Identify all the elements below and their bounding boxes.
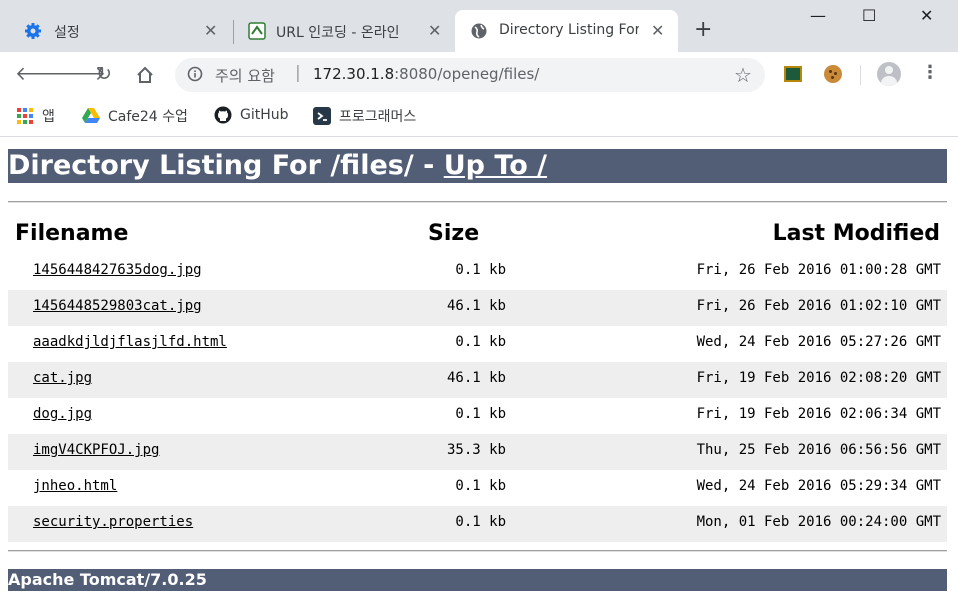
file-modified: Fri, 26 Feb 2016 01:02:10 GMT: [696, 298, 941, 314]
file-modified: Wed, 24 Feb 2016 05:29:34 GMT: [696, 478, 941, 494]
tab-bar: 설정 ✕ URL 인코딩 - 온라인 ✕ Directory Listing F…: [0, 0, 958, 52]
table-row: 1456448529803cat.jpg 46.1 kb Fri, 26 Feb…: [8, 290, 947, 326]
bookmark-star-icon[interactable]: ☆: [734, 63, 752, 87]
file-size: 0.1 kb: [455, 262, 506, 278]
file-link[interactable]: jnheo.html: [33, 478, 117, 494]
file-link[interactable]: cat.jpg: [33, 370, 92, 386]
toolbar-divider: [860, 65, 861, 85]
file-size: 0.1 kb: [455, 478, 506, 494]
file-size: 35.3 kb: [446, 442, 506, 458]
file-size: 46.1 kb: [446, 298, 506, 314]
apps-grid-icon: [17, 108, 33, 124]
tab-label: URL 인코딩 - 온라인: [276, 25, 400, 41]
bookmark-apps[interactable]: 앱: [16, 106, 55, 126]
minimize-button[interactable]: —: [810, 6, 826, 25]
column-header-filename: Filename: [15, 221, 129, 246]
tab-label: 설정: [54, 25, 80, 41]
file-link[interactable]: security.properties: [33, 514, 193, 530]
bookmark-github[interactable]: GitHub: [214, 106, 289, 124]
page-content: Directory Listing For /files/ - Up To / …: [0, 137, 958, 604]
table-row: aaadkdjldjflasjlfd.html 0.1 kb Wed, 24 F…: [8, 326, 947, 362]
omnibox-divider: |: [295, 63, 301, 83]
bookmark-label: 프로그래머스: [339, 109, 417, 125]
new-tab-button[interactable]: +: [694, 19, 712, 41]
gear-icon: [25, 23, 41, 39]
reload-button[interactable]: ↻: [96, 64, 112, 84]
programmers-icon: [313, 107, 331, 125]
table-row: jnheo.html 0.1 kb Wed, 24 Feb 2016 05:29…: [8, 470, 947, 506]
file-modified: Mon, 01 Feb 2016 00:24:00 GMT: [696, 514, 941, 530]
file-link[interactable]: 1456448427635dog.jpg: [33, 262, 202, 278]
file-size: 46.1 kb: [446, 370, 506, 386]
page-title: Directory Listing For /files/ - Up To /: [8, 149, 947, 183]
tab-url-encoding[interactable]: URL 인코딩 - 온라인 ✕: [232, 10, 454, 52]
close-window-button[interactable]: ✕: [920, 6, 933, 25]
bookmark-cafe24[interactable]: Cafe24 수업: [82, 106, 188, 126]
title-text: Directory Listing For /files/ -: [8, 150, 444, 181]
file-modified: Thu, 25 Feb 2016 06:56:56 GMT: [696, 442, 941, 458]
table-row: cat.jpg 46.1 kb Fri, 19 Feb 2016 02:08:2…: [8, 362, 947, 398]
info-icon[interactable]: [187, 66, 203, 82]
github-icon: [214, 106, 232, 124]
address-bar[interactable]: 주의 요함 | 172.30.1.8:8080/openeg/files/ ☆: [175, 58, 765, 92]
table-row: dog.jpg 0.1 kb Fri, 19 Feb 2016 02:06:34…: [8, 398, 947, 434]
home-icon[interactable]: [136, 66, 154, 84]
tab-directory-listing[interactable]: Directory Listing For ✕: [455, 10, 678, 52]
divider: [8, 550, 947, 552]
file-modified: Fri, 19 Feb 2016 02:06:34 GMT: [696, 406, 941, 422]
file-modified: Fri, 26 Feb 2016 01:00:28 GMT: [696, 262, 941, 278]
table-row: imgV4CKPFOJ.jpg 35.3 kb Thu, 25 Feb 2016…: [8, 434, 947, 470]
file-link[interactable]: imgV4CKPFOJ.jpg: [33, 442, 159, 458]
column-header-last-modified: Last Modified: [772, 221, 940, 246]
extension-cookie-icon[interactable]: [824, 65, 842, 83]
tab-settings[interactable]: 설정 ✕: [8, 10, 232, 52]
bookmark-label: GitHub: [240, 107, 289, 123]
table-row: security.properties 0.1 kb Mon, 01 Feb 2…: [8, 506, 947, 542]
table-row: 1456448427635dog.jpg 0.1 kb Fri, 26 Feb …: [8, 254, 947, 290]
file-link[interactable]: aaadkdjldjflasjlfd.html: [33, 334, 227, 350]
divider: [8, 201, 947, 203]
close-icon[interactable]: ✕: [651, 21, 664, 40]
profile-avatar[interactable]: [877, 62, 901, 86]
tab-label: Directory Listing For: [499, 22, 639, 38]
security-status[interactable]: 주의 요함: [215, 65, 275, 86]
file-size: 0.1 kb: [455, 334, 506, 350]
server-footer: Apache Tomcat/7.0.25: [8, 569, 947, 591]
maximize-button[interactable]: ☐: [862, 6, 876, 25]
file-modified: Wed, 24 Feb 2016 05:27:26 GMT: [696, 334, 941, 350]
close-icon[interactable]: ✕: [428, 21, 441, 40]
google-drive-icon: [82, 108, 100, 123]
url-encode-icon: [248, 22, 266, 40]
bookmark-label: Cafe24 수업: [108, 109, 188, 125]
extension-screen-icon[interactable]: [784, 66, 802, 82]
globe-icon: [471, 23, 487, 39]
url-host: 172.30.1.8: [313, 65, 395, 83]
kebab-menu-icon[interactable]: ⋮: [921, 64, 939, 82]
url-text[interactable]: 172.30.1.8:8080/openeg/files/: [313, 65, 539, 83]
file-link[interactable]: 1456448529803cat.jpg: [33, 298, 202, 314]
url-path: :8080/openeg/files/: [394, 65, 540, 83]
browser-toolbar: 🡐 🡒 ↻ 주의 요함 | 172.30.1.8:8080/openeg/fil…: [0, 52, 958, 98]
file-link[interactable]: dog.jpg: [33, 406, 92, 422]
bookmarks-bar: 앱 Cafe24 수업 GitHub 프로그래머스: [0, 98, 958, 137]
column-header-size: Size: [428, 221, 480, 246]
file-modified: Fri, 19 Feb 2016 02:08:20 GMT: [696, 370, 941, 386]
close-icon[interactable]: ✕: [204, 21, 217, 40]
up-to-root-link[interactable]: Up To /: [444, 150, 547, 181]
bookmark-label: 앱: [42, 109, 55, 125]
file-size: 0.1 kb: [455, 406, 506, 422]
bookmark-programmers[interactable]: 프로그래머스: [313, 106, 416, 126]
file-size: 0.1 kb: [455, 514, 506, 530]
